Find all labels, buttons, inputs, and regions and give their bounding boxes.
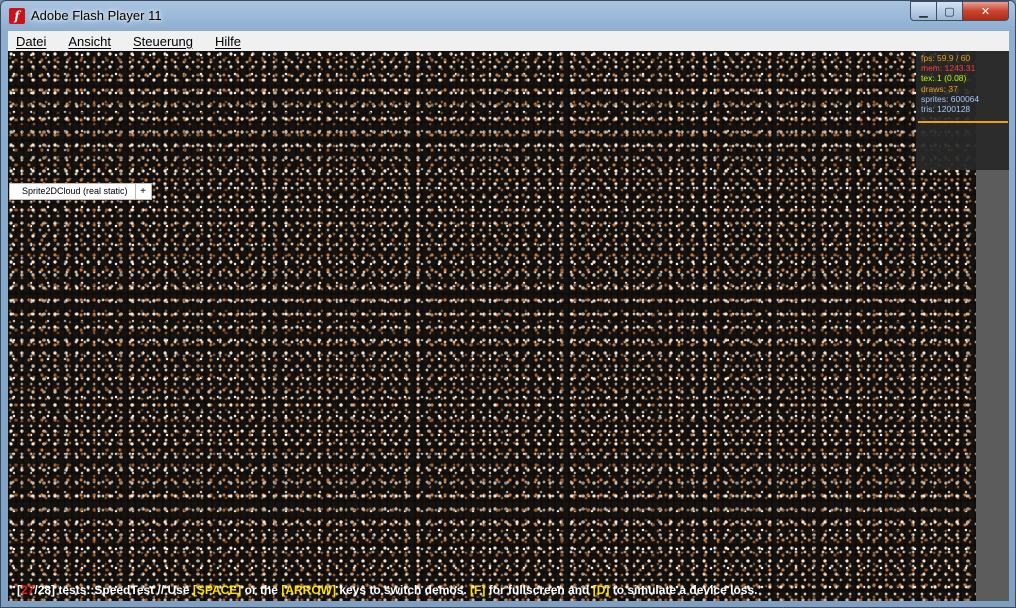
help-key-d: [D] — [592, 583, 610, 597]
demo-tab-label[interactable]: Sprite2DCloud (real static) — [9, 183, 136, 200]
help-text-switch: keys to switch demos. — [335, 583, 471, 597]
help-text: [27/28] tests::SpeedTest // Use [SPACE] … — [17, 583, 757, 597]
minimize-button[interactable]: ▁ — [910, 1, 937, 21]
stat-mem: mem: 1243.31 — [921, 63, 976, 74]
menu-ansicht[interactable]: Ansicht — [64, 34, 115, 49]
stats-panel: fps: 59.9 / 60 mem: 1243.31 tex: 1 (0.08… — [916, 51, 1009, 170]
maximize-button[interactable]: ▢ — [937, 1, 963, 21]
fps-graph-line — [918, 121, 1008, 123]
flash-app-icon: f — [9, 8, 25, 24]
menu-steuerung[interactable]: Steuerung — [129, 34, 197, 49]
add-tab-button[interactable]: + — [135, 183, 152, 200]
menu-hilfe[interactable]: Hilfe — [211, 34, 245, 49]
minimize-icon: ▁ — [919, 4, 928, 18]
close-icon: ✕ — [980, 4, 991, 18]
close-button[interactable]: ✕ — [963, 1, 1009, 21]
maximize-icon: ▢ — [944, 4, 955, 18]
menu-bar: Datei Ansicht Steuerung Hilfe — [8, 31, 1009, 51]
window-title: Adobe Flash Player 11 — [31, 8, 162, 23]
help-total: /28] tests::SpeedTest // Use — [34, 583, 193, 597]
help-key-arrow: [ARROW] — [281, 583, 336, 597]
flash-player-window: f Adobe Flash Player 11 ▁ ▢ ✕ Datei Ansi… — [0, 0, 1016, 608]
window-controls: ▁ ▢ ✕ — [910, 1, 1009, 21]
stat-tex: tex: 1 (0.08) — [921, 73, 967, 84]
demo-tab: Sprite2DCloud (real static) + — [9, 183, 152, 200]
stat-fps: fps: 59.9 / 60 — [921, 53, 971, 63]
stat-sprites: sprites: 600064 — [921, 93, 980, 104]
sprite-cloud-shading — [8, 51, 976, 601]
menu-datei[interactable]: Datei — [12, 34, 50, 49]
help-current-index: 27 — [21, 583, 35, 597]
help-key-space: [SPACE] — [192, 583, 242, 597]
help-text-full: for fullscreen and — [485, 583, 593, 597]
flash-stage[interactable]: fps: 59.9 / 60 mem: 1243.31 tex: 1 (0.08… — [8, 51, 1009, 601]
help-text-end: to simulate a device loss. — [609, 583, 758, 597]
help-text-or: or the — [241, 583, 282, 597]
stat-tris: tris: 1200128 — [921, 104, 971, 115]
stat-draws: draws: 37 — [921, 83, 958, 94]
title-bar[interactable]: f Adobe Flash Player 11 ▁ ▢ ✕ — [1, 1, 1015, 31]
help-key-f: [F] — [470, 583, 486, 597]
